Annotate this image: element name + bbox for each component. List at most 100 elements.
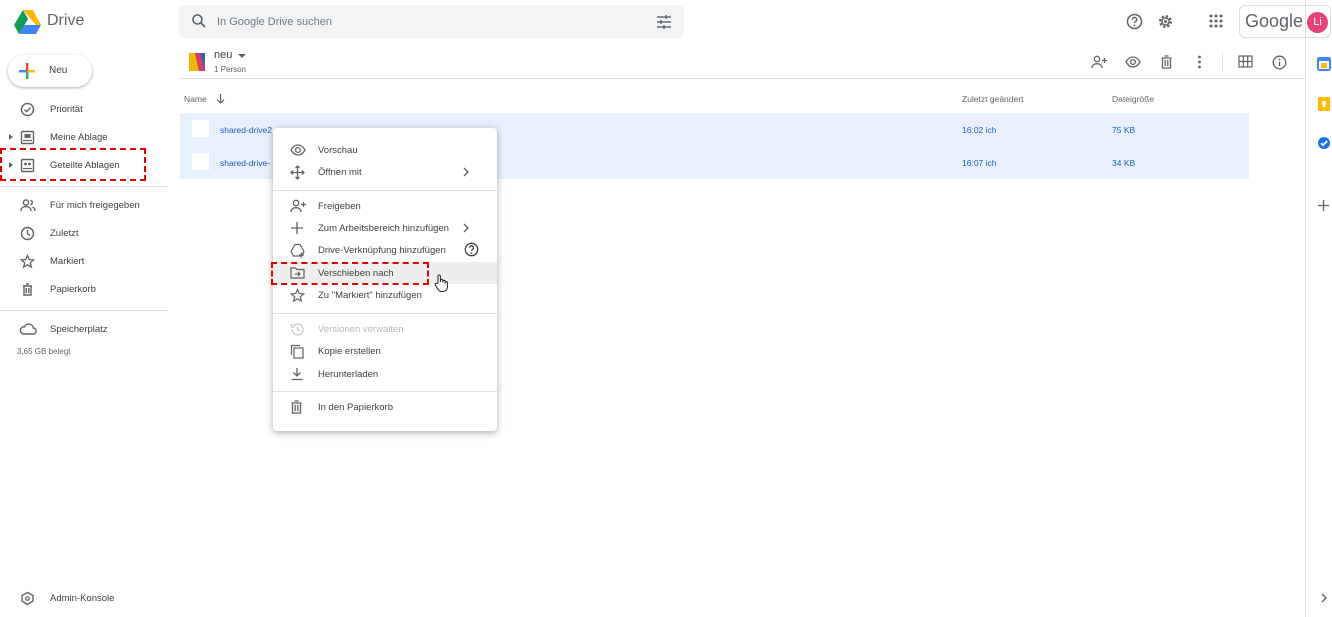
file-size: 75 KB — [1112, 125, 1136, 135]
share-person-add-icon[interactable] — [1091, 55, 1108, 69]
menu-item-add-shortcut[interactable]: Drive-Verknüpfung hinzufügen — [273, 239, 497, 261]
sidebar-item-storage[interactable]: Speicherplatz — [0, 317, 165, 341]
column-header-modified[interactable]: Zuletzt geändert — [962, 94, 1023, 104]
search-input[interactable] — [217, 5, 637, 38]
menu-item-manage-versions: Versionen verwalten — [273, 318, 497, 340]
menu-divider — [273, 391, 497, 392]
move-arrows-icon — [290, 165, 305, 180]
menu-item-label: Vorschau — [318, 145, 358, 156]
expand-caret-icon[interactable] — [9, 134, 13, 140]
divider — [1222, 52, 1223, 72]
menu-item-make-copy[interactable]: Kopie erstellen — [273, 340, 497, 362]
clock-icon — [20, 226, 35, 241]
shared-drive-folder-icon — [189, 53, 205, 71]
search-icon[interactable] — [191, 13, 207, 29]
sidebar-item-label: Markiert — [50, 256, 85, 267]
menu-item-open-with[interactable]: Öffnen mit — [273, 161, 497, 183]
sidebar-item-label: Zuletzt — [50, 228, 79, 239]
sidebar-item-label: Priorität — [50, 104, 83, 115]
trash-icon — [290, 400, 303, 414]
file-size: 34 KB — [1112, 158, 1136, 168]
history-icon — [290, 322, 305, 337]
menu-item-download[interactable]: Herunterladen — [273, 363, 497, 385]
plus-icon — [290, 221, 304, 235]
new-button[interactable]: Neu — [8, 55, 92, 87]
sidebar-item-label: Papierkorb — [50, 284, 96, 295]
column-header-size[interactable]: Dateigröße — [1112, 94, 1154, 104]
column-header-name[interactable]: Name — [184, 94, 207, 104]
storage-usage-text: 3,65 GB belegt — [17, 347, 71, 356]
hand-pointer-cursor-icon — [434, 274, 448, 292]
divider — [179, 78, 1305, 79]
chevron-right-icon — [462, 166, 470, 178]
person-add-icon — [290, 199, 307, 213]
menu-item-label: Drive-Verknüpfung hinzufügen — [318, 245, 446, 256]
menu-item-label: Zu "Markiert" hinzufügen — [318, 290, 422, 301]
menu-item-share[interactable]: Freigeben — [273, 195, 497, 217]
drive-logo-icon[interactable] — [14, 9, 42, 35]
apps-grid-icon[interactable] — [1208, 13, 1224, 29]
keep-icon[interactable] — [1317, 97, 1331, 111]
menu-item-add-to-workspace[interactable]: Zum Arbeitsbereich hinzufügen — [273, 217, 497, 239]
menu-item-label: In den Papierkorb — [318, 402, 393, 413]
sidebar-item-priority[interactable]: Priorität — [0, 97, 165, 121]
table-header: Name Zuletzt geändert Dateigröße — [179, 88, 1249, 110]
account-switcher[interactable]: Google Li — [1239, 5, 1331, 38]
add-shortcut-icon — [290, 243, 306, 258]
new-button-label: Neu — [49, 65, 68, 76]
star-icon — [20, 254, 35, 269]
menu-item-move-to-trash[interactable]: In den Papierkorb — [273, 396, 497, 418]
settings-gear-icon[interactable] — [1157, 13, 1174, 30]
more-vert-icon[interactable] — [1197, 55, 1202, 69]
menu-item-label: Freigeben — [318, 201, 361, 212]
help-icon[interactable] — [464, 242, 479, 257]
chevron-down-icon[interactable] — [238, 54, 246, 58]
info-icon[interactable] — [1272, 55, 1287, 70]
menu-divider — [273, 190, 497, 191]
folder-members[interactable]: 1 Person — [214, 65, 246, 74]
sidebar-item-label: Speicherplatz — [50, 324, 108, 335]
sort-arrow-down-icon[interactable] — [216, 93, 225, 104]
add-addon-plus-icon[interactable] — [1317, 199, 1330, 212]
trash-icon[interactable] — [1160, 55, 1173, 69]
menu-item-preview[interactable]: Vorschau — [273, 139, 497, 161]
cloud-icon — [19, 322, 37, 337]
google-wordmark: Google — [1245, 11, 1304, 31]
menu-divider — [273, 313, 497, 314]
highlight-box — [0, 148, 146, 181]
download-icon — [290, 367, 304, 381]
star-icon — [290, 288, 305, 303]
sidebar-item-shared-with-me[interactable]: Für mich freigegeben — [0, 193, 165, 217]
sidebar-item-recent[interactable]: Zuletzt — [0, 221, 165, 245]
file-name: shared-drive- — [220, 158, 271, 168]
menu-item-add-star[interactable]: Zu "Markiert" hinzufügen — [273, 284, 497, 306]
search-options-icon[interactable] — [656, 14, 672, 30]
trash-icon — [20, 282, 35, 297]
calendar-icon[interactable] — [1317, 57, 1331, 71]
preview-eye-icon[interactable] — [1125, 55, 1141, 69]
admin-console-link[interactable]: Admin-Konsole — [0, 586, 165, 610]
file-thumbnail — [192, 153, 209, 170]
chevron-right-icon[interactable] — [1320, 592, 1328, 604]
copy-icon — [290, 344, 304, 359]
sidebar-item-my-drive[interactable]: Meine Ablage — [0, 125, 165, 149]
top-bar: Drive Google Li — [0, 0, 1331, 44]
divider — [0, 186, 168, 187]
file-name: shared-drive2 — [220, 125, 272, 135]
menu-item-label: Kopie erstellen — [318, 346, 381, 357]
file-thumbnail — [192, 120, 209, 137]
search-bar[interactable] — [179, 5, 684, 38]
eye-icon — [290, 143, 306, 157]
sidebar-item-starred[interactable]: Markiert — [0, 249, 165, 273]
file-modified: 16:07 ich — [962, 158, 997, 168]
sidebar-item-trash[interactable]: Papierkorb — [0, 277, 165, 301]
tasks-icon[interactable] — [1317, 136, 1331, 150]
sidebar-item-label: Für mich freigegeben — [50, 200, 140, 211]
divider — [1305, 0, 1306, 617]
avatar[interactable]: Li — [1307, 12, 1328, 33]
people-icon — [20, 198, 36, 213]
sidebar-item-label: Meine Ablage — [50, 132, 108, 143]
grid-view-icon[interactable] — [1238, 55, 1253, 68]
help-icon[interactable] — [1126, 13, 1143, 30]
folder-title[interactable]: neu — [214, 49, 232, 61]
